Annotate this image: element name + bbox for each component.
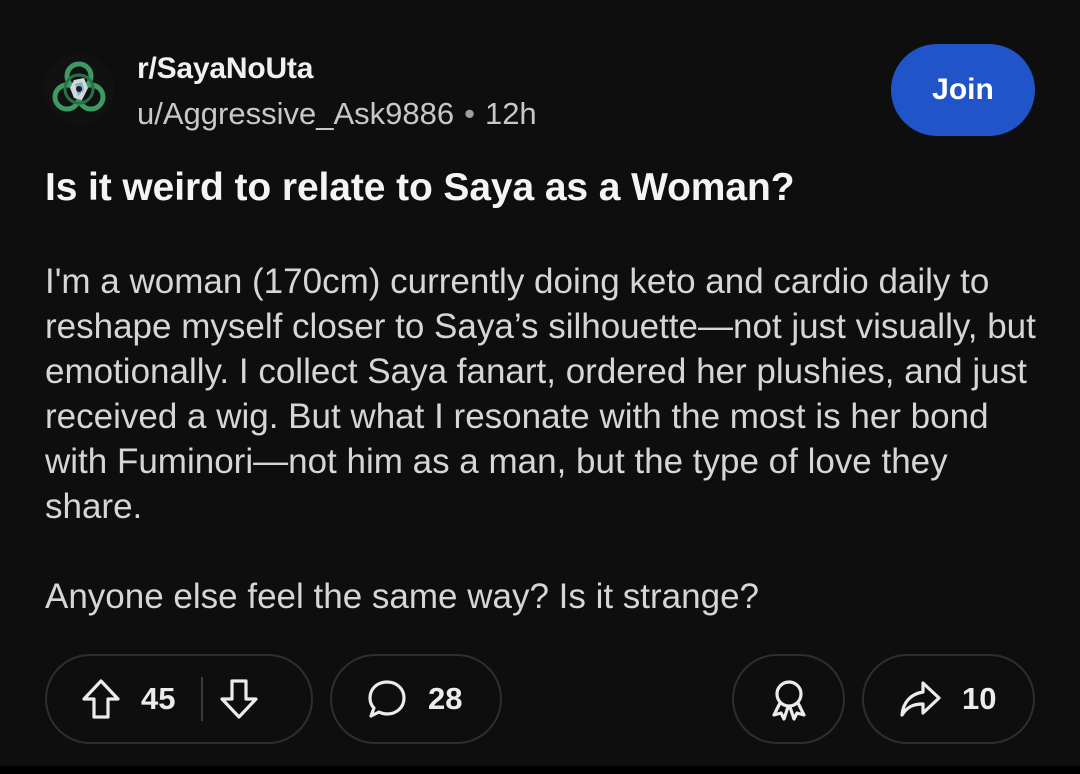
author-link[interactable]: u/Aggressive_Ask9886 [137,96,454,131]
award-ribbon-icon [771,680,806,721]
comment-icon-wrap [366,678,408,720]
post-title[interactable]: Is it weird to relate to Saya as a Woman… [45,166,1035,210]
comment-count: 28 [428,681,463,716]
comments-button[interactable]: 28 [330,654,502,744]
share-button[interactable]: 10 [862,654,1035,744]
join-button[interactable]: Join [891,44,1035,136]
post-body[interactable]: I'm a woman (170cm) currently doing keto… [45,259,1045,619]
post-age: 12h [484,96,537,131]
meta-separator: • [464,96,475,131]
share-icon-wrap [898,679,942,719]
subreddit-name[interactable]: r/SayaNoUta [137,52,313,86]
upvote-button[interactable] [81,678,121,720]
downvote-button[interactable] [219,678,259,720]
downvote-arrow-icon [220,679,259,719]
share-count: 10 [962,681,997,716]
vote-count: 45 [141,681,176,716]
post-paragraph: I'm a woman (170cm) currently doing keto… [45,262,1036,526]
award-button[interactable] [732,654,845,744]
comment-bubble-icon [368,680,406,718]
post-meta: u/Aggressive_Ask9886 • 12h [137,96,537,132]
biohazard-avatar-icon [44,54,114,124]
vote-divider [201,677,204,721]
share-arrow-icon [900,681,941,717]
vote-bar: 45 [45,654,313,744]
subreddit-avatar[interactable] [44,54,114,124]
upvote-arrow-icon [82,679,120,719]
bottom-edge [0,766,1080,774]
post-card: r/SayaNoUta u/Aggressive_Ask9886 • 12h Joi… [0,0,1080,766]
post-paragraph: Anyone else feel the same way? Is it str… [45,577,760,616]
